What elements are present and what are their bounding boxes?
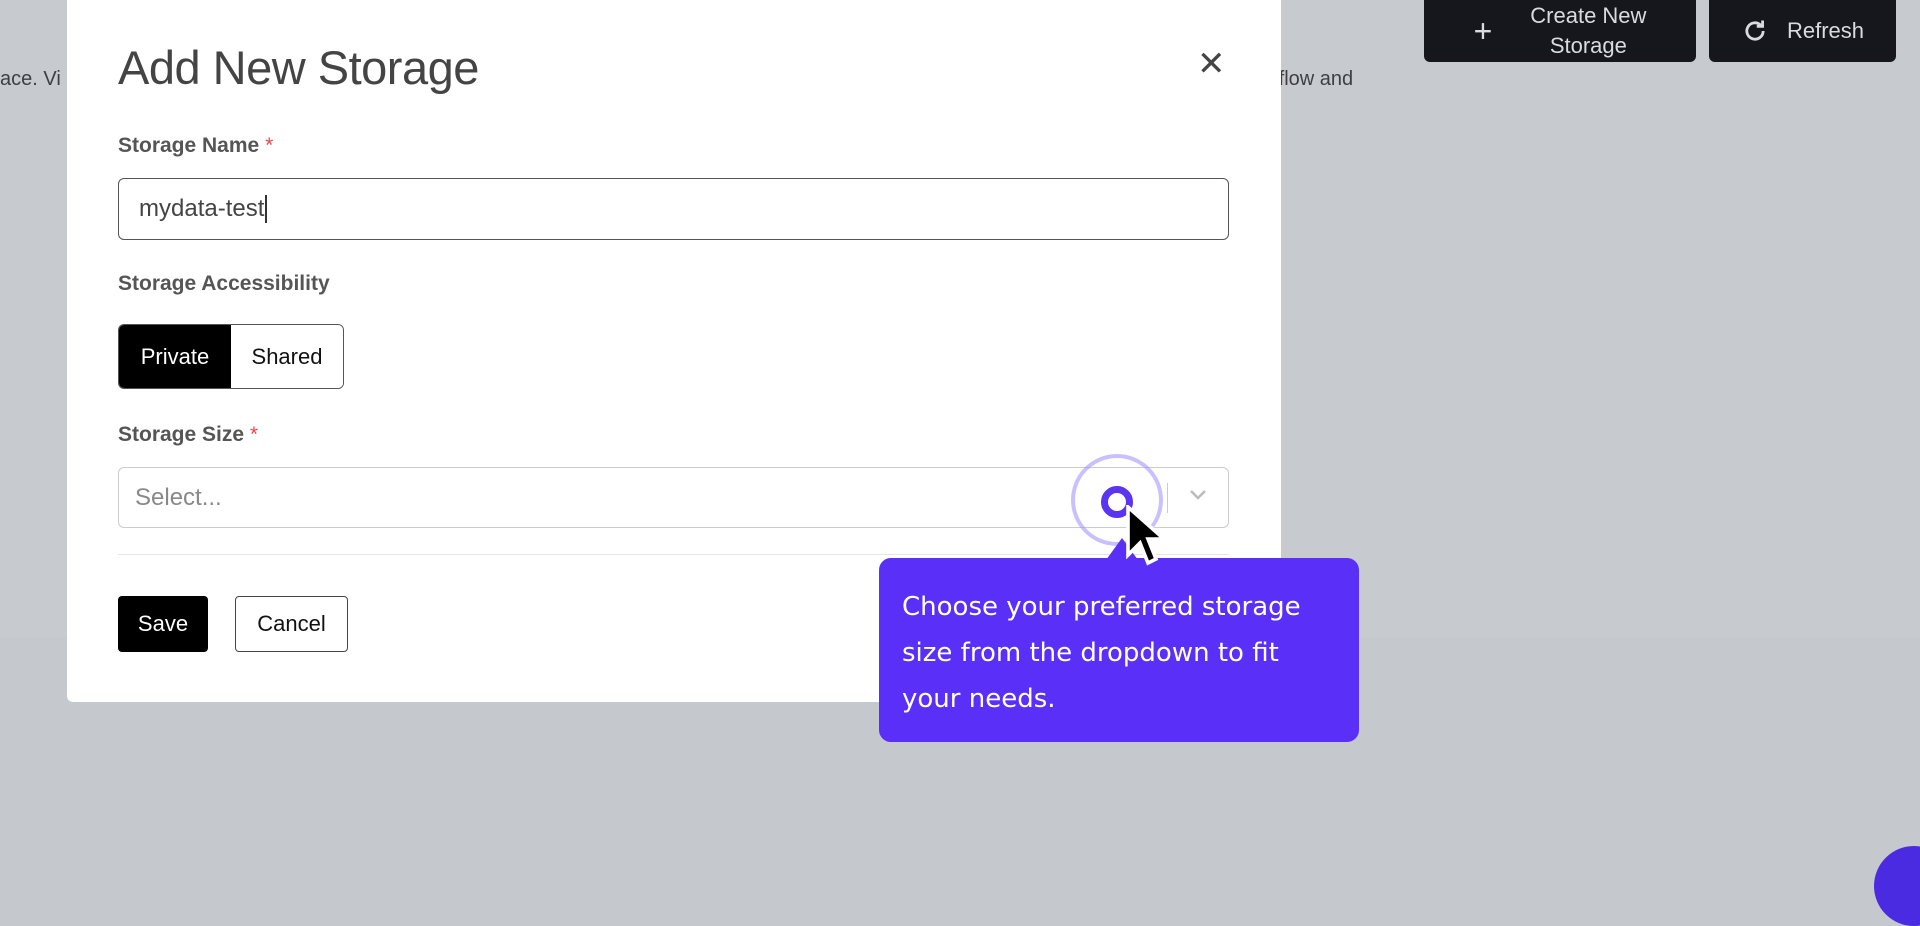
refresh-button[interactable]: Refresh (1709, 0, 1896, 62)
save-button[interactable]: Save (118, 596, 208, 652)
storage-size-label: Storage Size * (118, 423, 258, 447)
storage-name-value: mydata-test (139, 195, 265, 222)
storage-size-select[interactable]: Select... (118, 467, 1229, 528)
plus-icon: + (1473, 12, 1493, 49)
storage-accessibility-label: Storage Accessibility (118, 272, 330, 295)
help-chat-button[interactable] (1874, 846, 1920, 926)
mouse-pointer-icon (1126, 505, 1169, 566)
modal-title: Add New Storage (118, 41, 479, 94)
close-icon[interactable]: ✕ (1197, 44, 1226, 84)
create-label: Create New Storage (1530, 1, 1646, 61)
accessibility-option-private[interactable]: Private (119, 325, 231, 388)
storage-name-label-text: Storage Name (118, 134, 260, 157)
create-label-line2: Storage (1549, 33, 1627, 58)
create-label-line1: Create New (1530, 3, 1647, 28)
storage-size-placeholder: Select... (135, 484, 222, 511)
required-mark: * (249, 423, 259, 446)
text-caret (265, 195, 267, 223)
refresh-label: Refresh (1786, 18, 1865, 43)
storage-size-label-text: Storage Size (118, 423, 245, 446)
background-description-text: ace. Vi (0, 68, 61, 90)
accessibility-toggle: Private Shared (118, 324, 344, 389)
chevron-down-icon[interactable] (1186, 482, 1210, 506)
required-mark: * (265, 134, 274, 157)
guide-tooltip: Choose your preferred storage size from … (879, 558, 1359, 742)
refresh-icon (1745, 20, 1765, 41)
storage-name-label: Storage Name * (118, 134, 273, 158)
modal-divider (118, 554, 1229, 555)
storage-name-input[interactable]: mydata-test (118, 178, 1229, 240)
create-new-storage-button[interactable]: + Create New Storage (1424, 0, 1696, 62)
cancel-button[interactable]: Cancel (235, 596, 348, 652)
accessibility-option-shared[interactable]: Shared (231, 325, 343, 388)
